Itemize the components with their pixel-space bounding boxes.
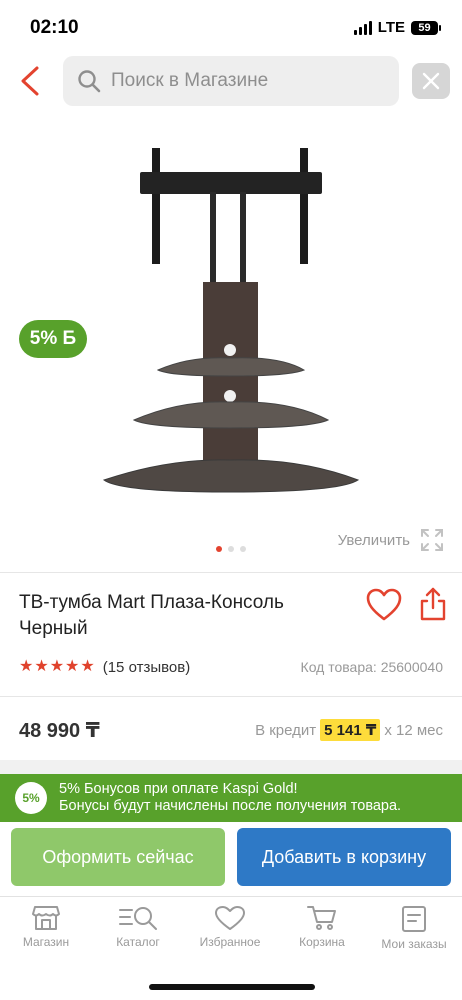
battery-icon: 59	[411, 20, 441, 35]
pagination-dot[interactable]	[228, 546, 234, 552]
store-icon	[32, 906, 60, 930]
star-icon: ★	[34, 658, 49, 675]
tab-catalog[interactable]: Каталог	[92, 905, 184, 949]
star-icon: ★	[19, 658, 34, 675]
search-row	[0, 56, 462, 106]
chevron-left-icon	[21, 66, 39, 96]
divider	[0, 696, 462, 697]
network-type: LTE	[377, 19, 405, 36]
kaspi-bonus-line1: 5% Бонусов при оплате Kaspi Gold!	[59, 781, 298, 797]
battery-level: 59	[418, 21, 431, 34]
pagination-dot[interactable]	[240, 546, 246, 552]
kaspi-bonus-text: 5% Бонусов при оплате Kaspi Gold! Бонусы…	[59, 781, 401, 815]
price: 48 990 ₸	[19, 719, 100, 742]
rating-row: ★ ★ ★ ★ ★ (15 отзывов) Код товара: 25600040	[19, 656, 443, 678]
tab-orders[interactable]: Мои заказы	[368, 905, 460, 951]
bonus-badge: 5% Б	[19, 320, 87, 358]
section-separator	[0, 760, 462, 774]
search-box[interactable]	[63, 56, 399, 106]
signal-icon	[353, 20, 372, 35]
product-code: Код товара: 25600040	[300, 659, 443, 675]
tab-label: Корзина	[299, 935, 345, 949]
star-icon: ★	[49, 658, 65, 675]
product-title: ТВ-тумба Mart Плаза-Консоль Черный	[19, 592, 284, 639]
tab-cart[interactable]: Корзина	[276, 905, 368, 949]
favorite-button[interactable]	[366, 588, 402, 622]
catalog-icon	[119, 907, 157, 930]
tab-label: Каталог	[116, 935, 160, 949]
star-icon: ★	[80, 658, 95, 675]
add-to-cart-button[interactable]: Добавить в корзину	[237, 828, 451, 886]
divider	[0, 572, 462, 573]
tab-label: Магазин	[22, 935, 70, 949]
kaspi-bonus-line2: Бонусы будут начислены после получения т…	[59, 798, 402, 814]
home-indicator	[149, 984, 315, 990]
tab-favorites[interactable]: Избранное	[184, 905, 276, 949]
pagination-dot[interactable]	[216, 546, 222, 552]
cart-icon	[307, 906, 336, 930]
kaspi-bonus-badge: 5%	[15, 782, 47, 814]
credit-prefix: В кредит	[255, 721, 317, 739]
reviews-count[interactable]: (15 отзывов)	[103, 659, 191, 676]
credit-amount: 5 141 ₸	[320, 719, 381, 741]
search-icon	[78, 70, 101, 93]
price-row: 48 990 ₸ В кредит 5 141 ₸ х 12 мес	[19, 716, 443, 744]
tab-label: Избранное	[199, 935, 261, 949]
heart-icon	[366, 588, 402, 621]
action-buttons: Оформить сейчас Добавить в корзину	[0, 822, 462, 896]
buy-now-button[interactable]: Оформить сейчас	[11, 828, 225, 886]
kaspi-bonus-banner[interactable]: 5% 5% Бонусов при оплате Kaspi Gold! Бон…	[0, 774, 462, 822]
tab-label: Мои заказы	[381, 937, 447, 951]
credit-term: х 12 мес	[384, 721, 443, 739]
share-button[interactable]	[418, 586, 448, 622]
clear-search-button[interactable]	[412, 63, 450, 99]
credit-info[interactable]: В кредит 5 141 ₸ х 12 мес	[255, 719, 443, 741]
close-icon	[422, 72, 440, 90]
tab-store[interactable]: Магазин	[0, 905, 92, 949]
status-bar: 02:10 LTE 59	[0, 0, 462, 52]
search-input[interactable]	[111, 70, 371, 92]
rating-stars[interactable]: ★ ★ ★ ★ ★	[19, 659, 95, 675]
star-icon: ★	[65, 658, 80, 675]
back-button[interactable]	[12, 60, 48, 102]
share-icon	[420, 587, 446, 621]
orders-icon	[402, 906, 426, 932]
status-indicators: LTE 59	[353, 19, 441, 36]
heart-icon	[215, 906, 245, 930]
image-pagination	[0, 546, 462, 552]
status-time: 02:10	[30, 17, 79, 38]
product-image[interactable]	[90, 140, 370, 510]
